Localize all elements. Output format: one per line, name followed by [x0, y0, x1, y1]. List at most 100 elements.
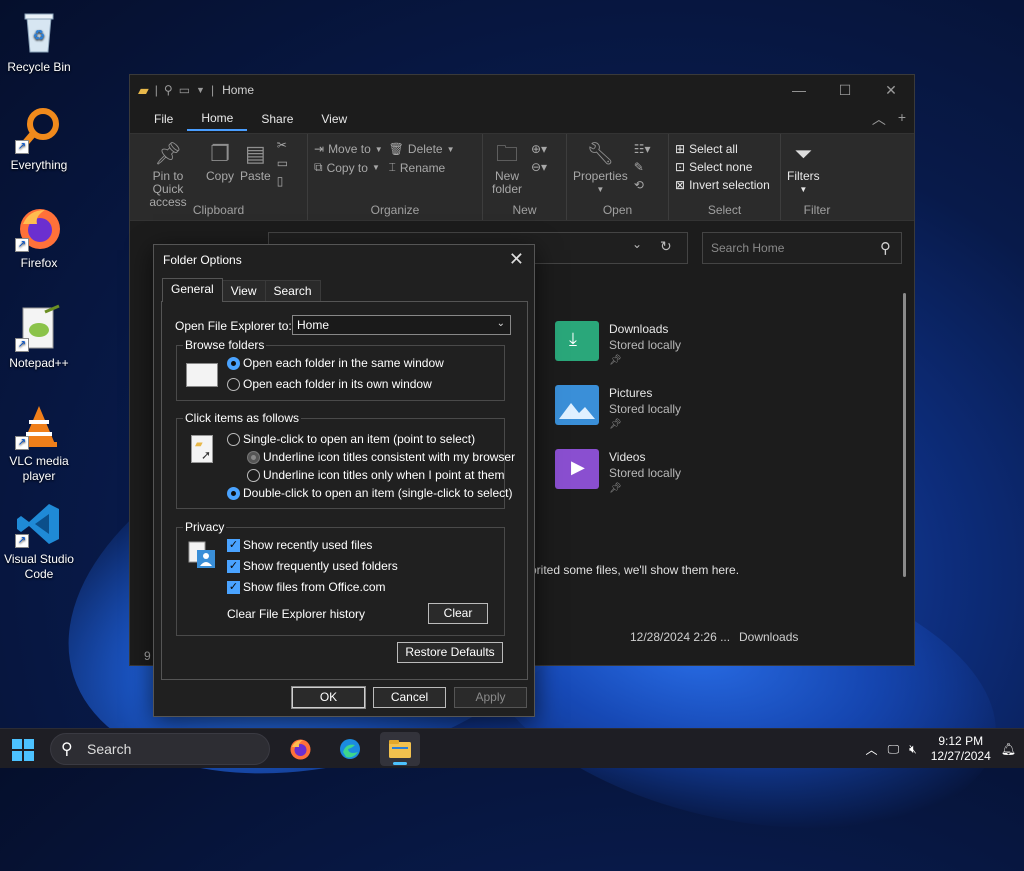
- cancel-button[interactable]: Cancel: [373, 687, 446, 708]
- folder-item-downloads[interactable]: ⤓ Downloads Stored locally 📌︎: [555, 321, 681, 369]
- chevron-down-icon[interactable]: ▼: [196, 85, 205, 95]
- folder-item-videos[interactable]: ▶ Videos Stored locally 📌︎: [555, 449, 681, 497]
- cut-icon[interactable]: ✂: [277, 138, 288, 152]
- folder-item-pictures[interactable]: Pictures Stored locally 📌︎: [555, 385, 681, 433]
- folder-options-dialog: Folder Options ✕ General View Search Ope…: [153, 244, 535, 717]
- radio-underline-consistent[interactable]: [247, 451, 260, 464]
- tab-share[interactable]: Share: [247, 108, 307, 130]
- radio-same-window[interactable]: [227, 357, 240, 370]
- desktop-icon-recycle-bin[interactable]: ♻ Recycle Bin: [4, 8, 74, 75]
- ribbon-group-clipboard: 📌︎ Pin to Quick access ❐ Copy ▤ Paste ✂ …: [130, 134, 308, 220]
- refresh-icon[interactable]: ↻: [660, 238, 672, 255]
- scrollbar[interactable]: [903, 293, 906, 577]
- rename-button[interactable]: ⌶ Rename: [389, 160, 455, 175]
- folder-name: Pictures: [609, 386, 653, 400]
- pin-icon: 📌︎: [609, 419, 622, 430]
- properties-icon[interactable]: ⚲: [164, 83, 173, 97]
- start-button[interactable]: [12, 739, 34, 761]
- recent-file-date[interactable]: 12/28/2024 2:26 ...: [630, 630, 730, 644]
- desktop-icon-vlc[interactable]: ↗ VLC media player: [4, 402, 74, 484]
- minimize-button[interactable]: —: [776, 75, 822, 105]
- properties-button[interactable]: 🔧︎ Properties ▼: [573, 138, 628, 200]
- move-to-button[interactable]: ⇥ Move to ▼: [314, 142, 383, 156]
- desktop-icon-notepadpp[interactable]: ↗ Notepad++: [4, 304, 74, 371]
- privacy-legend: Privacy: [183, 520, 227, 534]
- everything-icon: ↗: [15, 106, 63, 154]
- taskbar-search-box[interactable]: ⚲ Search: [50, 733, 270, 765]
- select-all-button[interactable]: ⊞ Select all: [675, 142, 770, 156]
- desktop-icon-vscode[interactable]: ↗ Visual Studio Code: [4, 500, 74, 582]
- paste-button[interactable]: ▤ Paste: [240, 138, 271, 200]
- chevron-up-icon[interactable]: ︿: [866, 741, 878, 758]
- select-none-button[interactable]: ⊡ Select none: [675, 160, 770, 174]
- pin-quick-access-button[interactable]: 📌︎ Pin to Quick access: [136, 138, 200, 209]
- open-icon[interactable]: ☷▾: [634, 142, 651, 156]
- checkbox-office-files[interactable]: ✓: [227, 581, 240, 594]
- notification-bell-icon[interactable]: 🔔︎: [1001, 742, 1016, 756]
- desktop-icon-label: VLC media player: [9, 454, 69, 483]
- ribbon-group-new: 🗀︎ New folder ⊕▾ ⊖▾ New: [483, 134, 567, 220]
- desktop-icon-label: Firefox: [20, 256, 58, 270]
- separator: |: [154, 83, 158, 97]
- folder-status: Stored locally: [609, 466, 682, 480]
- new-item-icon[interactable]: ⊕▾: [531, 142, 547, 156]
- status-item-count: 9: [144, 649, 151, 663]
- close-button[interactable]: ✕: [868, 75, 914, 105]
- radio-label: Underline icon titles consistent with my…: [263, 450, 516, 464]
- clipboard-small-buttons: ✂ ▭ ▯: [277, 138, 288, 200]
- ok-button[interactable]: OK: [291, 686, 366, 709]
- network-icon[interactable]: 🖵︎: [888, 742, 900, 757]
- volume-muted-icon[interactable]: 🔇︎: [909, 742, 917, 757]
- notepadpp-icon: ↗: [15, 304, 63, 352]
- tab-view[interactable]: View: [307, 108, 361, 130]
- taskbar-edge[interactable]: [330, 732, 370, 766]
- invert-selection-button[interactable]: ⊠ Invert selection: [675, 178, 770, 192]
- desktop-icon-everything[interactable]: ↗ Everything: [4, 106, 74, 173]
- windows-logo-pane: [12, 739, 22, 749]
- separator: |: [210, 83, 215, 97]
- filters-button[interactable]: ⏷ Filters ▼: [787, 138, 820, 200]
- copy-button[interactable]: ❐ Copy: [206, 138, 234, 200]
- taskbar-file-explorer[interactable]: [380, 732, 420, 766]
- easy-access-icon[interactable]: ⊖▾: [531, 160, 547, 174]
- open-to-select[interactable]: Home ⌄: [292, 315, 511, 335]
- delete-button[interactable]: 🗑︎ Delete ▼: [389, 142, 455, 156]
- clock[interactable]: 9:12 PM 12/27/2024: [931, 734, 991, 764]
- close-icon[interactable]: ✕: [509, 249, 524, 270]
- tab-home[interactable]: Home: [187, 107, 248, 131]
- tab-file[interactable]: File: [140, 108, 187, 130]
- new-folder-button[interactable]: 🗀︎ New folder: [489, 138, 525, 200]
- recent-file-location[interactable]: Downloads: [739, 630, 798, 644]
- copy-to-icon: ⧉: [314, 160, 323, 174]
- copy-to-button[interactable]: ⧉ Copy to ▼: [314, 160, 383, 175]
- new-tab-icon[interactable]: +: [898, 109, 906, 129]
- desktop-icon-firefox[interactable]: ↗ Firefox: [4, 204, 74, 271]
- history-icon[interactable]: ⟲: [634, 178, 651, 192]
- browse-preview-image: [186, 363, 218, 387]
- search-input[interactable]: Search Home ⚲: [702, 232, 902, 264]
- tab-general[interactable]: General: [162, 278, 223, 302]
- checkbox-recent-files[interactable]: ✓: [227, 539, 240, 552]
- taskbar-firefox[interactable]: [280, 732, 320, 766]
- radio-own-window[interactable]: [227, 378, 240, 391]
- maximize-button[interactable]: ☐: [822, 75, 868, 105]
- tab-search[interactable]: Search: [264, 280, 321, 302]
- radio-double-click[interactable]: [227, 487, 240, 500]
- new-folder-icon[interactable]: ▭: [179, 83, 190, 97]
- edge-icon: [340, 739, 360, 759]
- copy-path-icon[interactable]: ▭: [277, 156, 288, 170]
- radio-single-click[interactable]: [227, 433, 240, 446]
- paste-shortcut-icon[interactable]: ▯: [277, 174, 288, 188]
- radio-underline-point[interactable]: [247, 469, 260, 482]
- address-dropdown-icon[interactable]: ⌄: [632, 237, 642, 251]
- collapse-ribbon-icon[interactable]: ︿: [872, 109, 886, 129]
- clear-button[interactable]: Clear: [428, 603, 488, 624]
- apply-button[interactable]: Apply: [454, 687, 527, 708]
- checkbox-frequent-folders[interactable]: ✓: [227, 560, 240, 573]
- edit-icon[interactable]: ✎: [634, 160, 651, 174]
- tab-view[interactable]: View: [221, 280, 266, 302]
- restore-defaults-button[interactable]: Restore Defaults: [397, 642, 503, 663]
- rename-icon: ⌶: [388, 160, 396, 174]
- click-items-group: Click items as follows ▰ ➚ Single-click …: [176, 411, 515, 509]
- desktop-icon-label: Notepad++: [9, 356, 69, 370]
